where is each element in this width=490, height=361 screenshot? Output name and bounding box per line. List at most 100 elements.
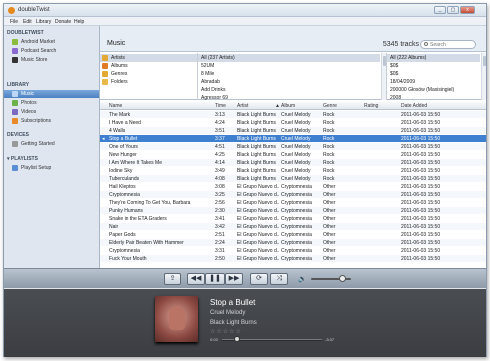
now-playing-album: Cruel Melody	[210, 310, 246, 316]
table-cell: 4:25	[215, 152, 225, 158]
category-item[interactable]: Artists	[100, 54, 197, 62]
search-box[interactable]	[420, 40, 476, 49]
track-list-header: Name Time Artist Album Genre Rating Date Added…	[100, 102, 486, 110]
column-header-artist[interactable]: Artist	[237, 103, 248, 109]
table-row[interactable]: One of Yours 4:51 Black Light Burns Cruel M…	[100, 143, 486, 150]
table-row[interactable]: I Have a Need 4:24 Black Light Burns Cruel …	[100, 119, 486, 126]
menu-library[interactable]: Library	[36, 19, 51, 25]
album-item[interactable]: $0$	[387, 70, 480, 78]
table-cell: Cryptomnesia	[281, 192, 312, 198]
sidebar-item-getting-started[interactable]: Getting Started	[4, 140, 99, 148]
table-row[interactable]: Elderly Pair Beaten With Hammer 2:24 El Gr…	[100, 239, 486, 246]
column-header-rating[interactable]: Rating	[364, 103, 378, 109]
table-row[interactable]: Fuck Your Mouth 2:50 El Grupo Nuevo d... Cr…	[100, 255, 486, 262]
folder-icon	[102, 79, 108, 85]
artist-item-label: Agressor 69	[201, 95, 228, 100]
pause-icon: ❚❚	[209, 275, 221, 282]
table-row[interactable]: ◂ Stop a Bullet 3:37 Black Light Burns Cruel…	[100, 135, 486, 142]
sidebar-item-photos[interactable]: Photos	[4, 99, 99, 107]
menu-file[interactable]: File	[10, 19, 18, 25]
close-button[interactable]: x	[460, 6, 475, 14]
menu-edit[interactable]: Edit	[23, 19, 32, 25]
previous-button[interactable]: ◀◀	[187, 273, 205, 285]
sidebar-item-music[interactable]: Music	[4, 90, 99, 98]
table-cell: 4:08	[215, 176, 225, 182]
menu-help[interactable]: Help	[74, 19, 84, 25]
sync-button[interactable]: ⇪	[164, 273, 181, 285]
track-list: Name Time Artist Album Genre Rating Date Added…	[100, 102, 486, 268]
column-header-album[interactable]: Album	[281, 103, 295, 109]
column-header-name[interactable]: Name	[109, 103, 122, 109]
minimize-button[interactable]: _	[434, 6, 446, 14]
album-item[interactable]: All (222 Albums)	[387, 54, 480, 62]
album-item-label: 18/04/2009	[390, 79, 416, 85]
table-row[interactable]: The Mark 3:13 Black Light Burns Cruel Melod…	[100, 111, 486, 118]
table-row[interactable]: They're Coming To Get You, Barbara 2:56 El…	[100, 199, 486, 206]
column-header-time[interactable]: Time	[215, 103, 226, 109]
table-row[interactable]: Hail Kleptos 3:08 El Grupo Nuevo d... Crypt…	[100, 183, 486, 190]
search-input[interactable]	[430, 41, 474, 48]
artist-item[interactable]: Add Drinks	[198, 86, 380, 94]
column-header-genre[interactable]: Genre	[323, 103, 337, 109]
table-row[interactable]: Punky Humans 2:30 El Grupo Nuevo d... Crypt…	[100, 207, 486, 214]
album-icon	[102, 63, 108, 69]
table-row[interactable]: Iodine Sky 3:49 Black Light Burns Cruel Mel…	[100, 167, 486, 174]
sidebar-item-subscriptions[interactable]: Subscriptions	[4, 117, 99, 125]
menu-bar: File Edit Library Donate Help	[4, 17, 486, 26]
table-row[interactable]: Tuberculands 4:08 Black Light Burns Cruel M…	[100, 175, 486, 182]
rating-stars[interactable]: ☆☆☆☆☆	[210, 328, 242, 335]
table-cell: 3:13	[215, 112, 225, 118]
repeat-button[interactable]: ⟳	[250, 273, 268, 285]
sidebar-item-android-market[interactable]: Android Market	[4, 38, 99, 46]
artist-item[interactable]: Agressor 69	[198, 94, 380, 100]
artist-item[interactable]: All (237 Artists)	[198, 54, 380, 62]
seek-knob[interactable]	[234, 336, 240, 342]
sidebar-item-podcast-search[interactable]: Podcast Search	[4, 47, 99, 55]
videos-icon	[12, 109, 18, 115]
artist-item[interactable]: 52UM	[198, 62, 380, 70]
table-row[interactable]: Snake in the ETA Graders 3:41 El Grupo Nue…	[100, 215, 486, 222]
sidebar-item-music-store[interactable]: Music Store	[4, 56, 99, 64]
artist-icon	[102, 55, 108, 61]
window-title: doubleTwist	[18, 7, 50, 13]
albums-scrollbar[interactable]	[481, 53, 486, 100]
scroll-thumb[interactable]	[383, 56, 386, 66]
album-item[interactable]: 2008	[387, 94, 480, 100]
sidebar-item-playlist-setup[interactable]: Playlist Setup	[4, 164, 99, 172]
table-row[interactable]: 4 Walls 3:51 Black Light Burns Cruel Melody…	[100, 127, 486, 134]
column-header-date-added[interactable]: Date Added	[401, 103, 427, 109]
table-row[interactable]: New Hunger 4:25 Black Light Burns Cruel Mel…	[100, 151, 486, 158]
table-row[interactable]: Nair 3:42 El Grupo Nuevo d... Cryptomnesia O…	[100, 223, 486, 230]
artist-item[interactable]: 8 Mile	[198, 70, 380, 78]
volume-slider-knob[interactable]	[339, 275, 347, 282]
table-cell: El Grupo Nuevo d...	[237, 240, 279, 246]
album-item[interactable]: 200000 Głosów (Maxisingiel)	[387, 86, 480, 94]
sidebar-heading-label: PLAYLISTS	[10, 156, 38, 162]
table-cell: Snake in the ETA Graders	[109, 216, 167, 222]
album-item[interactable]: 18/04/2009	[387, 78, 480, 86]
category-item[interactable]: Albums	[100, 62, 197, 70]
table-cell: Cryptomnesia	[281, 256, 312, 262]
pause-button[interactable]: ❚❚	[205, 273, 225, 285]
album-item[interactable]: $0$	[387, 62, 480, 70]
table-cell: 2011-06-03 15:50	[401, 208, 441, 214]
category-label: Genres	[111, 71, 128, 77]
shuffle-button[interactable]: ⤨	[270, 273, 288, 285]
category-item[interactable]: Folders	[100, 78, 197, 86]
sidebar-item-videos[interactable]: Videos	[4, 108, 99, 116]
maximize-button[interactable]: ▢	[447, 6, 459, 14]
next-button[interactable]: ▶▶	[225, 273, 243, 285]
table-cell: Cruel Melody	[281, 136, 311, 142]
app-logo-icon	[8, 7, 15, 14]
category-item[interactable]: Genres	[100, 70, 197, 78]
artists-scrollbar[interactable]	[381, 53, 386, 100]
scroll-thumb[interactable]	[483, 56, 486, 66]
column-browser: Artists Albums Genres Folders All (237 Arti…	[100, 53, 486, 100]
artist-item[interactable]: Abradab	[198, 78, 380, 86]
table-row[interactable]: Cryptomnesia 3:31 El Grupo Nuevo d... Crypt…	[100, 247, 486, 254]
table-row[interactable]: Cryptomnesia 3:25 El Grupo Nuevo d... Crypt…	[100, 191, 486, 198]
table-row[interactable]: Paper Gods 2:51 El Grupo Nuevo d... Cryptom…	[100, 231, 486, 238]
sidebar-heading-playlists[interactable]: ▾ PLAYLISTS	[7, 156, 38, 162]
table-row[interactable]: I Am Where It Takes Me 4:14 Black Light Bu…	[100, 159, 486, 166]
menu-donate[interactable]: Donate	[55, 19, 71, 25]
